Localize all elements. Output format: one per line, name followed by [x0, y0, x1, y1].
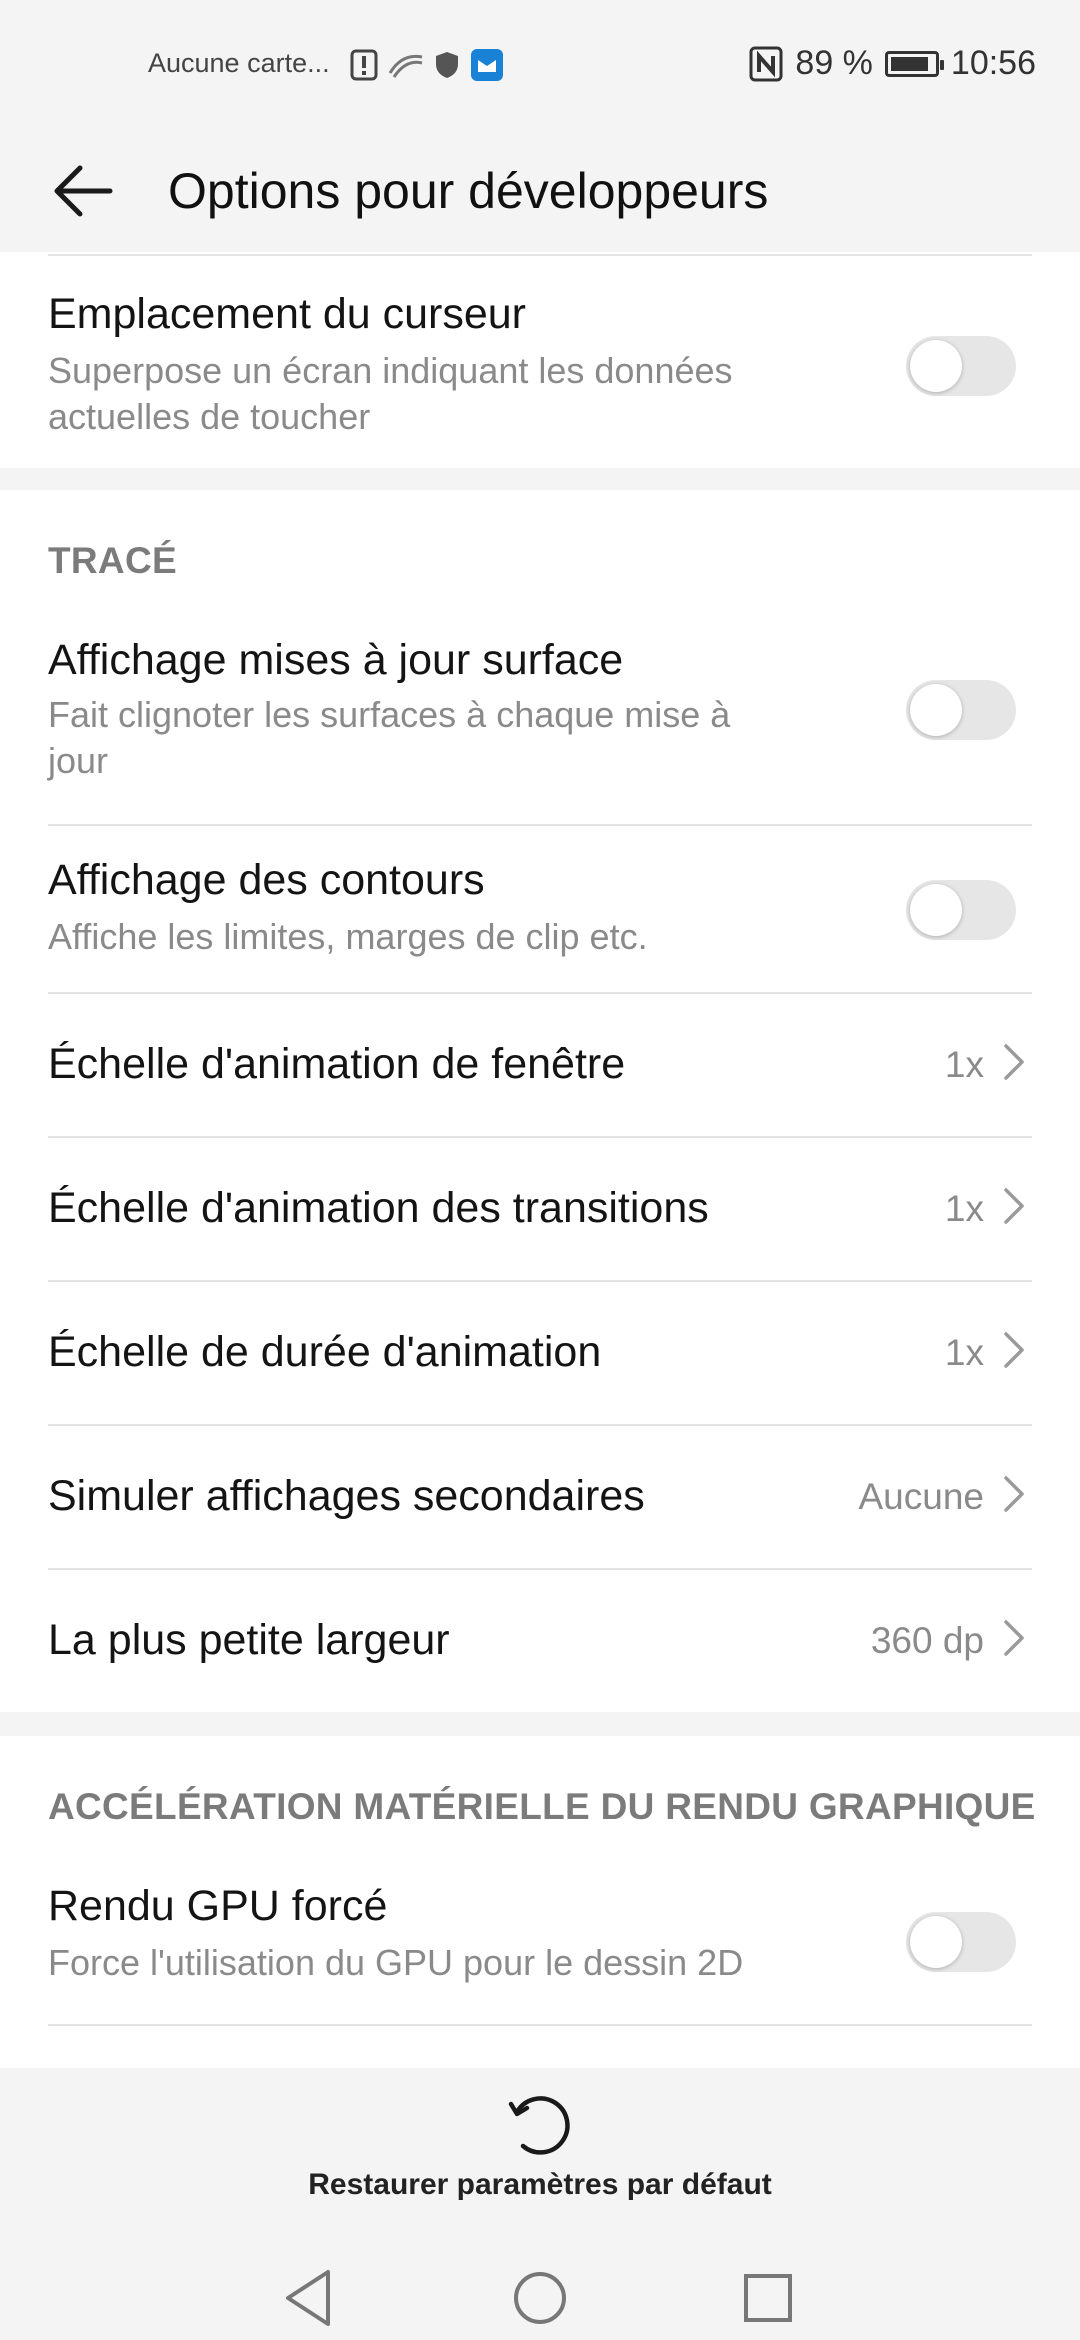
setting-title: Simuler affichages secondaires: [48, 1472, 645, 1520]
setting-title: La plus petite largeur: [48, 1616, 450, 1664]
carrier-label: Aucune carte...: [148, 48, 330, 78]
setting-subtitle: Superpose un écran indiquant les données…: [48, 350, 733, 437]
nfc-icon: [749, 46, 783, 81]
square-recent-icon[interactable]: [728, 2258, 808, 2338]
setting-smallest-width[interactable]: La plus petite largeur 360 dp: [48, 1568, 1032, 1712]
setting-value: Aucune: [858, 1476, 985, 1517]
setting-subtitle: Fait clignoter les surfaces à chaque mis…: [48, 694, 731, 781]
setting-value: 1x: [944, 1044, 984, 1085]
force-gpu-toggle[interactable]: [906, 1912, 1016, 1972]
shield-icon: [436, 52, 458, 78]
setting-title: Rendu GPU forcé: [48, 1882, 388, 1930]
chevron-right-icon: [1004, 1044, 1024, 1080]
setting-window-animation-scale[interactable]: Échelle d'animation de fenêtre 1x: [48, 992, 1032, 1136]
circle-home-icon[interactable]: [500, 2258, 580, 2338]
app-bar: Options pour développeurs: [0, 130, 1080, 252]
section-heading: ACCÉLÉRATION MATÉRIELLE DU RENDU GRAPHIQ…: [48, 1786, 1036, 1827]
bottom-bar: Restaurer paramètres par défaut: [0, 2068, 1080, 2340]
chevron-right-icon: [1004, 1476, 1024, 1512]
setting-title: Échelle de durée d'animation: [48, 1328, 602, 1376]
system-icons: 89 % 10:56: [749, 44, 1036, 83]
settings-group-top: Emplacement du curseur Superpose un écra…: [0, 252, 1080, 468]
pointer-location-toggle[interactable]: [906, 336, 1016, 396]
battery-percent: 89 %: [795, 44, 873, 82]
setting-title: Affichage mises à jour surface: [48, 636, 624, 684]
setting-value: 1x: [944, 1188, 984, 1229]
section-heading: TRACÉ: [48, 540, 177, 581]
battery-icon: [884, 50, 944, 77]
page-title: Options pour développeurs: [168, 163, 769, 219]
setting-value: 1x: [944, 1332, 984, 1373]
status-bar: Aucune carte... 89 % 10:56: [0, 0, 1080, 130]
triangle-back-icon[interactable]: [270, 2258, 350, 2338]
setting-animator-duration-scale[interactable]: Échelle de durée d'animation 1x: [48, 1280, 1032, 1424]
layout-bounds-toggle[interactable]: [906, 880, 1016, 940]
setting-title: Échelle d'animation de fenêtre: [48, 1040, 626, 1088]
clock: 10:56: [950, 44, 1036, 82]
surface-updates-toggle[interactable]: [906, 680, 1016, 740]
setting-title: Affichage des contours: [48, 856, 485, 904]
chevron-right-icon: [1004, 1620, 1024, 1656]
notification-icons: [350, 48, 504, 82]
swype-icon: [388, 54, 423, 78]
setting-transition-animation-scale[interactable]: Échelle d'animation des transitions 1x: [48, 1136, 1032, 1280]
app-badge-icon: [471, 49, 503, 81]
chevron-right-icon: [1004, 1332, 1024, 1368]
arrow-left-icon[interactable]: [50, 156, 120, 226]
chevron-right-icon: [1004, 1188, 1024, 1224]
restore-icon[interactable]: [503, 2088, 577, 2162]
setting-title: Emplacement du curseur: [48, 290, 526, 338]
setting-surface-updates[interactable]: Affichage mises à jour surface Fait clig…: [48, 630, 1032, 816]
section-trace: TRACÉ Affichage mises à jour surface Fai…: [0, 490, 1080, 1712]
setting-simulate-secondary-displays[interactable]: Simuler affichages secondaires Aucune: [48, 1424, 1032, 1568]
setting-subtitle: Affiche les limites, marges de clip etc.: [48, 916, 648, 957]
setting-subtitle: Force l'utilisation du GPU pour le dessi…: [48, 1942, 744, 1983]
setting-value: 360 dp: [870, 1620, 984, 1661]
setting-title: Échelle d'animation des transitions: [48, 1184, 709, 1232]
setting-layout-bounds[interactable]: Affichage des contours Affiche les limit…: [48, 824, 1032, 992]
section-hardware-acceleration: ACCÉLÉRATION MATÉRIELLE DU RENDU GRAPHIQ…: [0, 1736, 1080, 2068]
setting-pointer-location[interactable]: Emplacement du curseur Superpose un écra…: [48, 254, 1032, 466]
restore-defaults-button[interactable]: Restaurer paramètres par défaut: [0, 2168, 1080, 2202]
alert-file-icon: [350, 49, 378, 81]
divider: [48, 2024, 1032, 2068]
setting-force-gpu-rendering[interactable]: Rendu GPU forcé Force l'utilisation du G…: [48, 1876, 1032, 2026]
